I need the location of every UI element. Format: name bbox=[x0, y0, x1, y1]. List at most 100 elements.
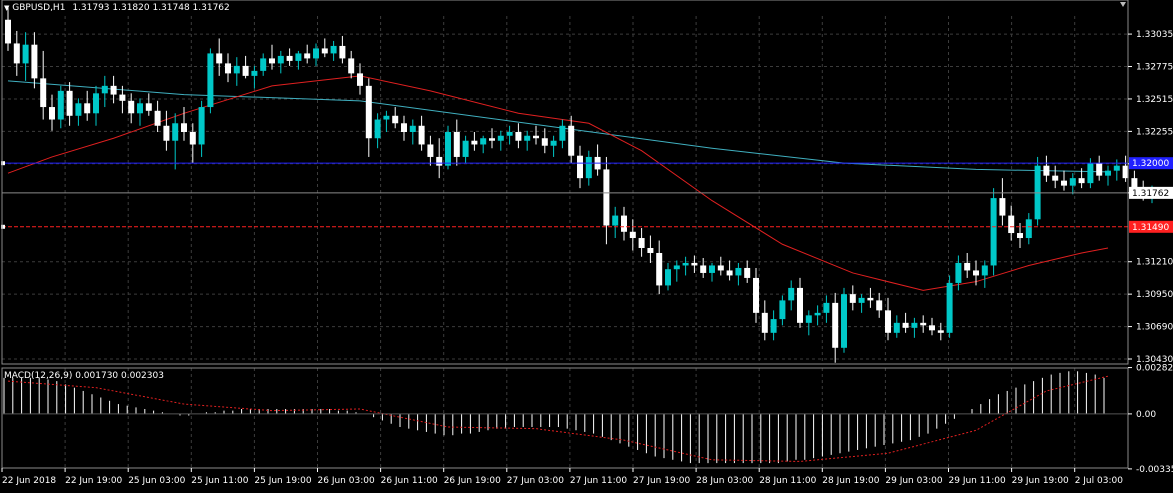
candle-body bbox=[541, 138, 548, 146]
candle-body bbox=[858, 297, 865, 303]
price-tick-label: 1.30690 bbox=[1136, 323, 1173, 333]
time-label: 25 Jun 19:00 bbox=[254, 476, 311, 486]
chart-canvas[interactable]: 1.330351.327751.325151.322551.319951.317… bbox=[0, 0, 1173, 490]
candle-body bbox=[621, 215, 627, 232]
candle-body bbox=[31, 44, 38, 79]
symbol-icon: ▼ bbox=[4, 4, 10, 12]
candle-body bbox=[242, 65, 249, 76]
symbol-label: GBPUSD,H1 bbox=[12, 3, 66, 13]
candle-body bbox=[216, 53, 223, 64]
candle-body bbox=[585, 156, 592, 179]
candle-body bbox=[489, 138, 495, 141]
candle-body bbox=[533, 135, 539, 139]
macd-tick-label: 0.00 bbox=[1136, 410, 1156, 420]
time-label: 29 Jun 03:00 bbox=[885, 476, 942, 486]
candle-body bbox=[409, 125, 416, 132]
candle-body bbox=[849, 294, 856, 303]
candle-body bbox=[885, 310, 891, 333]
grid bbox=[2, 16, 1128, 468]
candle-body bbox=[1052, 175, 1059, 181]
candle-body bbox=[75, 103, 82, 116]
macd-panel-border bbox=[1, 367, 1129, 469]
ohlc-readout: 1.31793 1.31820 1.31748 1.31762 bbox=[72, 3, 230, 13]
candle-body bbox=[49, 107, 55, 120]
time-label: 26 Jun 03:00 bbox=[318, 476, 375, 486]
time-label: 22 Jun 19:00 bbox=[65, 476, 122, 486]
time-label: 25 Jun 03:00 bbox=[128, 476, 185, 486]
candle-body bbox=[665, 269, 671, 286]
candle-body bbox=[304, 53, 311, 59]
candle-body bbox=[770, 319, 777, 333]
candle-body bbox=[603, 169, 610, 226]
candle-body bbox=[550, 140, 557, 146]
candle-body bbox=[911, 322, 918, 328]
candle-body bbox=[40, 78, 47, 108]
candle-body bbox=[269, 58, 275, 64]
candle-body bbox=[401, 123, 407, 132]
candle-body bbox=[700, 265, 707, 273]
candle-body bbox=[66, 90, 73, 116]
candle-body bbox=[841, 294, 847, 348]
candle-body bbox=[418, 125, 425, 145]
ma-fast-line bbox=[7, 75, 1109, 291]
candle-body bbox=[709, 265, 715, 273]
candle-body bbox=[295, 53, 302, 61]
time-label: 26 Jun 11:00 bbox=[381, 476, 438, 486]
price-tick-label: 1.30950 bbox=[1136, 290, 1173, 300]
candle-body bbox=[225, 63, 231, 74]
candle-body bbox=[321, 48, 328, 54]
price-tick-label: 1.32255 bbox=[1136, 127, 1173, 137]
candles bbox=[5, 7, 1155, 363]
candle-body bbox=[286, 55, 293, 61]
candle-body bbox=[805, 315, 812, 323]
candle-body bbox=[374, 119, 381, 139]
candle-body bbox=[436, 156, 443, 166]
moving-averages bbox=[7, 75, 1109, 291]
price-tick-label: 1.32775 bbox=[1136, 63, 1173, 73]
candle-body bbox=[137, 103, 143, 114]
macd-tick-label: 0.002826 bbox=[1136, 364, 1173, 374]
candle-body bbox=[656, 252, 663, 286]
time-label: 28 Jun 19:00 bbox=[822, 476, 879, 486]
horizontal-levels[interactable] bbox=[1, 161, 1128, 229]
candle-body bbox=[163, 125, 170, 141]
candle-body bbox=[392, 115, 399, 124]
shift-marker-icon bbox=[1120, 2, 1126, 7]
candle-body bbox=[233, 65, 240, 74]
candle-body bbox=[251, 70, 258, 76]
candle-body bbox=[1096, 163, 1103, 176]
chart-window[interactable]: 1.330351.327751.325151.322551.319951.317… bbox=[0, 0, 1173, 490]
candle-body bbox=[1131, 178, 1138, 189]
candle-body bbox=[207, 53, 214, 108]
blue-level-label: 1.32000 bbox=[1132, 159, 1169, 169]
candle-body bbox=[22, 44, 29, 64]
candle-body bbox=[814, 312, 821, 316]
candle-body bbox=[506, 132, 513, 136]
candle-body bbox=[946, 282, 953, 333]
macd-panel bbox=[3, 371, 1109, 464]
main-panel-border bbox=[1, 0, 1129, 365]
time-label: 2 Jul 03:00 bbox=[1075, 476, 1124, 486]
price-tick-label: 1.31210 bbox=[1136, 258, 1173, 268]
candle-body bbox=[172, 123, 179, 141]
candle-body bbox=[198, 107, 205, 145]
time-label: 25 Jun 11:00 bbox=[191, 476, 248, 486]
candle-body bbox=[691, 262, 698, 266]
candle-body bbox=[5, 19, 11, 44]
candle-body bbox=[973, 270, 979, 276]
candle-body bbox=[339, 45, 346, 59]
time-label: 27 Jun 19:00 bbox=[633, 476, 690, 486]
time-label: 27 Jun 11:00 bbox=[570, 476, 627, 486]
candle-body bbox=[577, 155, 583, 179]
candle-body bbox=[1087, 163, 1094, 184]
candle-body bbox=[823, 302, 830, 313]
time-label: 27 Jun 03:00 bbox=[507, 476, 564, 486]
candle-body bbox=[638, 238, 645, 248]
candle-body bbox=[867, 297, 874, 301]
macd-tick-label: -0.003355 bbox=[1136, 465, 1173, 475]
candle-body bbox=[128, 100, 135, 114]
macd-label: MACD(12,26,9) 0.001730 0.002303 bbox=[4, 371, 164, 381]
current-price-label: 1.31762 bbox=[1132, 189, 1169, 199]
candle-body bbox=[383, 115, 390, 120]
candle-body bbox=[612, 215, 619, 226]
